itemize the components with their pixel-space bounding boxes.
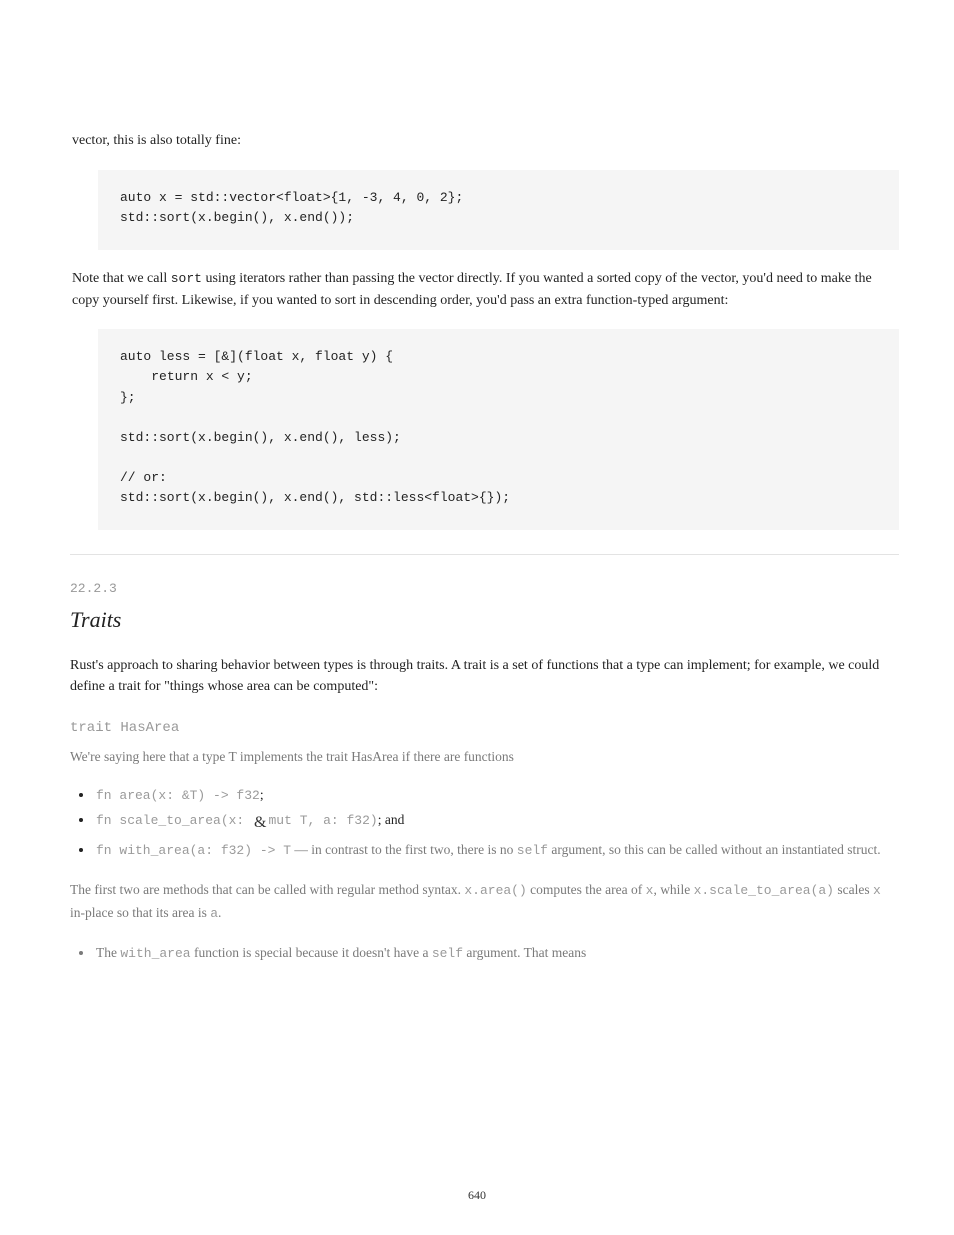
explain-mid3: scales <box>834 882 873 897</box>
explain-paragraph: The first two are methods that can be ca… <box>70 879 899 925</box>
bullet-item-1: fn area(x: &T) -> f32; <box>94 783 899 808</box>
bullet-code-3: fn with_area(a: f32) -> T <box>96 843 291 858</box>
bullet-list: fn area(x: &T) -> f32; fn scale_to_area(… <box>70 783 899 863</box>
explain-code-4: x <box>873 883 881 898</box>
explain-bullet-mid: function is special because it doesn't h… <box>191 945 432 960</box>
code-block-1: auto x = std::vector<float>{1, -3, 4, 0,… <box>98 170 899 250</box>
explain-code-1: x.area() <box>464 883 526 898</box>
bullet-code-2a: fn scale_to_area(x: <box>96 813 252 828</box>
explain-bullet-list: The with_area function is special becaus… <box>70 941 899 966</box>
explain-code-3: x.scale_to_area(a) <box>694 883 834 898</box>
explain-mid1: computes the area of <box>527 882 646 897</box>
bullet-item-2: fn scale_to_area(x: &mut T, a: f32); and <box>94 808 899 838</box>
section-divider <box>70 554 899 555</box>
explain-post: . <box>218 905 221 920</box>
bullet-text-3b: argument, so this can be called without … <box>548 842 881 857</box>
section-number: 22.2.3 <box>70 579 899 599</box>
bullet-text-2: ; and <box>378 812 405 827</box>
subheading-trait: trait HasArea <box>70 718 899 740</box>
between-code: sort <box>171 271 202 286</box>
bullet-text-3a: — in contrast to the first two, there is… <box>291 842 517 857</box>
bullet-item-3: fn with_area(a: f32) -> T — in contrast … <box>94 838 899 863</box>
explain-lead: We're saying here that a type T implemen… <box>70 746 899 768</box>
bullet-code-3b: self <box>517 843 548 858</box>
explain-mid4: in-place so that its area is <box>70 905 210 920</box>
section-title: Traits <box>70 603 899 637</box>
bullet-text-1: ; <box>260 787 264 802</box>
explain-mid2: , while <box>653 882 693 897</box>
explain-bullet-item: The with_area function is special becaus… <box>94 941 899 966</box>
bullet-code-1: fn area(x: &T) -> f32 <box>96 788 260 803</box>
explain-bullet-pre: The <box>96 945 120 960</box>
explain-bullet-code2: self <box>432 946 463 961</box>
code-block-2: auto less = [&](float x, float y) { retu… <box>98 329 899 530</box>
explain-bullet-post: argument. That means <box>463 945 586 960</box>
traits-paragraph: Rust's approach to sharing behavior betw… <box>70 655 899 698</box>
between-paragraph: Note that we call sort using iterators r… <box>72 268 899 311</box>
explain-pre: The first two are methods that can be ca… <box>70 882 464 897</box>
amp-glyph-icon: & <box>254 808 266 838</box>
page-number: 640 <box>0 1186 954 1205</box>
section-heading: 22.2.3 Traits <box>70 579 899 636</box>
intro-text: vector, this is also totally fine: <box>72 130 899 152</box>
explain-code-5: a <box>210 906 218 921</box>
between-pre: Note that we call <box>72 271 171 286</box>
bullet-code-2b: mut T, a: f32) <box>268 813 377 828</box>
explain-bullet-code1: with_area <box>120 946 190 961</box>
